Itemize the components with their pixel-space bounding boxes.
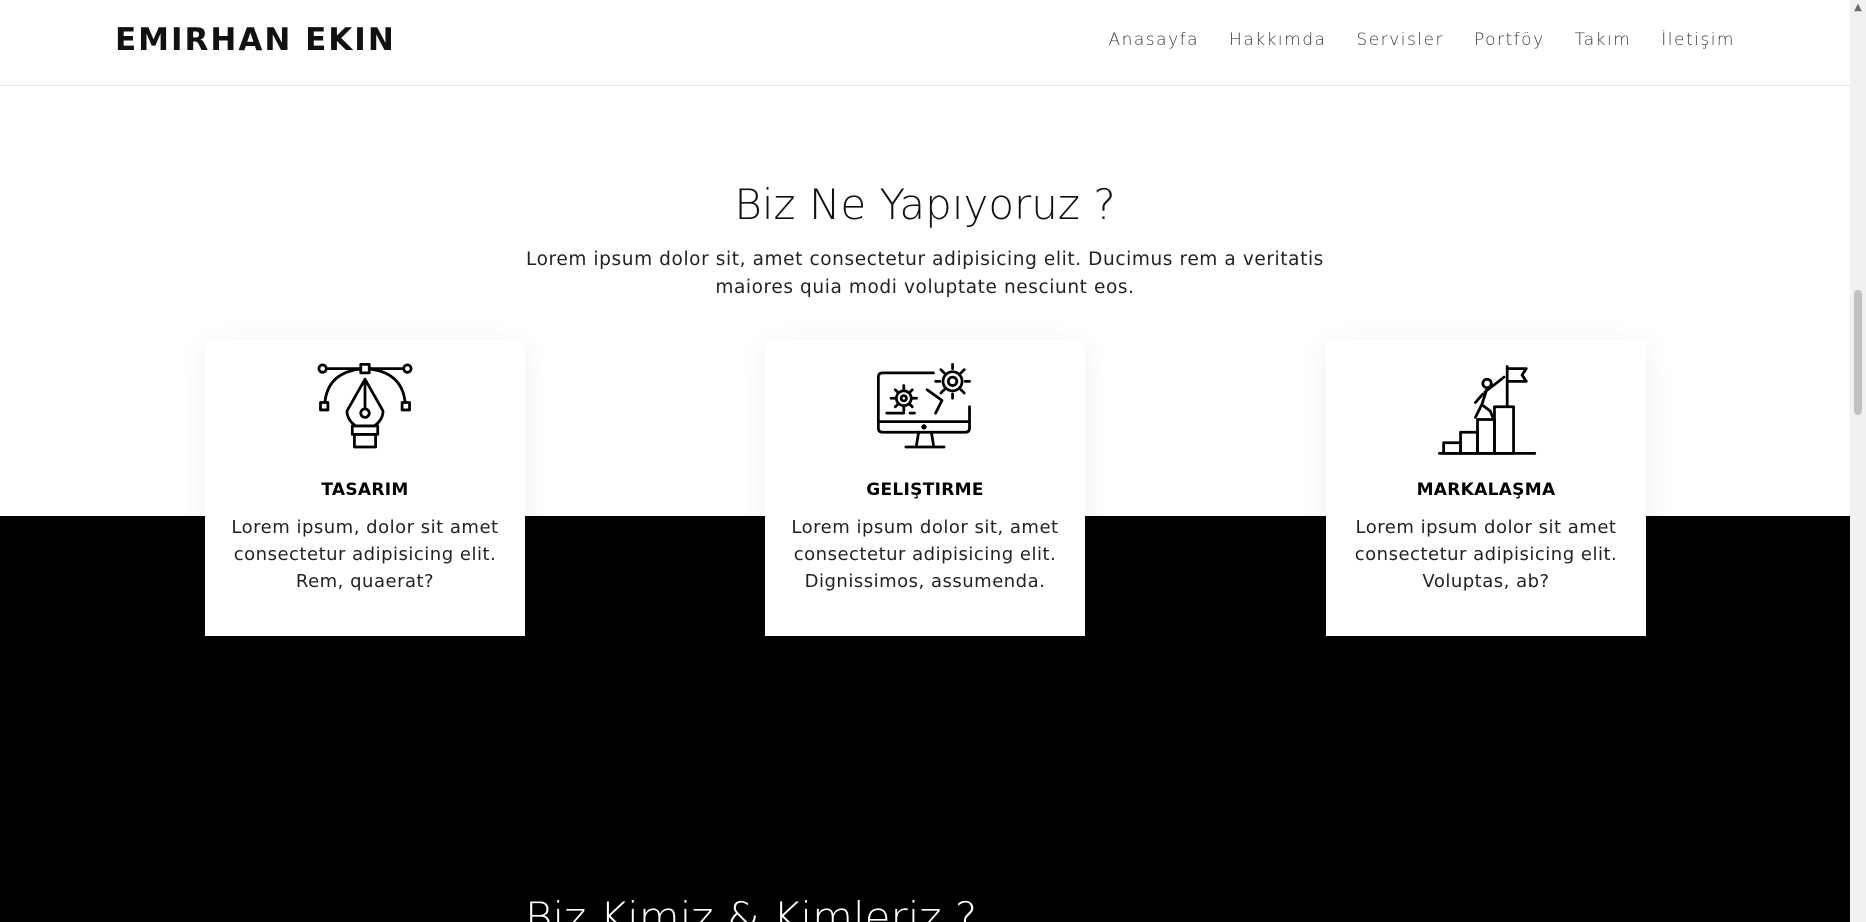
nav-link-anasayfa[interactable]: Anasayfa [1108,30,1199,50]
service-card-title: MARKALAŞMA [1416,480,1556,500]
site-header: EMIRHAN EKIN Anasayfa Hakkımda Servisler… [0,0,1850,86]
service-card-text: Lorem ipsum, dolor sit amet consectetur … [231,517,499,592]
nav-link-iletisim[interactable]: İletişim [1661,30,1735,50]
services-lead: Lorem ipsum dolor sit, amet consectetur … [526,249,1324,298]
service-card-text: Lorem ipsum dolor sit amet consectetur a… [1354,517,1618,592]
nav-link-portfoy[interactable]: Portföy [1474,30,1545,50]
computer-gears-icon [876,362,971,449]
scrollbar-thumb[interactable] [1854,290,1862,415]
nav-link-takim[interactable]: Takım [1575,30,1632,50]
nav-link-hakkimda[interactable]: Hakkımda [1229,30,1326,50]
brand-logo[interactable]: EMIRHAN EKIN [115,22,396,58]
about-title: Biz Kimiz & Kimleriz ? [525,893,978,922]
service-card-title: TASARIM [321,480,409,500]
services-title: Biz Ne Yapıyoruz ? [734,180,1116,229]
service-card-title: GELIŞTIRME [866,480,984,500]
climber-flag-icon [1437,365,1537,455]
page-viewport: EMIRHAN EKIN Anasayfa Hakkımda Servisler… [0,0,1850,922]
service-card-markalasma: MARKALAŞMA Lorem ipsum dolor sit amet co… [1326,340,1646,636]
page-scrollbar[interactable]: ▲ [1850,0,1866,922]
service-card-tasarim: TASARIM Lorem ipsum, dolor sit amet cons… [205,340,525,636]
service-card-text: Lorem ipsum dolor sit, amet consectetur … [791,517,1059,592]
pen-tool-icon [317,362,413,449]
nav-link-servisler[interactable]: Servisler [1356,30,1444,50]
main-nav: Anasayfa Hakkımda Servisler Portföy Takı… [1108,30,1735,50]
scroll-up-arrow-icon[interactable]: ▲ [1850,0,1866,16]
service-card-gelistirme: GELIŞTIRME Lorem ipsum dolor sit, amet c… [765,340,1085,636]
